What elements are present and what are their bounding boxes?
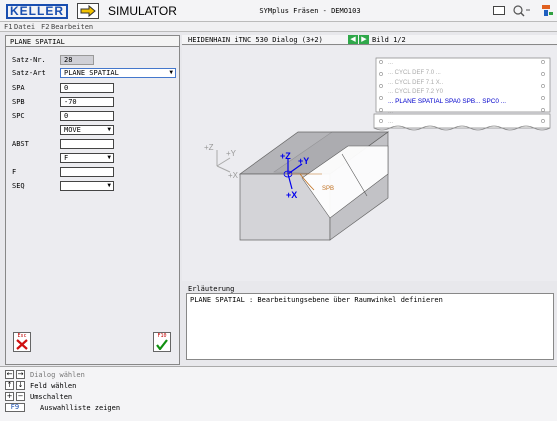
arrow-up-key: ↑ [5,381,14,390]
chevron-down-icon: ▼ [107,154,111,161]
help-show-list-text: Auswahlliste zeigen [40,404,121,412]
spa-label: SPA [12,84,25,92]
minus-key: − [16,392,25,401]
satz-art-label: Satz-Art [12,69,46,77]
base-axis-y-label: +Y [226,149,237,158]
nc-line-1: ... [388,60,393,66]
f9-key: F9 [5,403,25,412]
explanation-box: PLANE SPATIAL : Bearbeitungsebene über R… [186,293,554,360]
f10-confirm-button[interactable]: F10 [153,332,171,352]
switch-arrow-button[interactable] [77,3,99,19]
spa-input[interactable]: 0 [60,83,114,93]
arrow-right-icon [80,4,96,18]
dialog-title: HEIDENHAIN iTNC 530 Dialog (3+2) [188,36,323,44]
help-dialog-select-text: Dialog wählen [30,371,85,379]
satz-nr-field: 28 [60,55,94,65]
spc-input[interactable]: 0 [60,111,114,121]
check-icon [156,339,168,351]
menu-key-f2: F2 [41,23,50,31]
seq-label: SEQ [12,182,25,190]
help-image-area: ... ... CYCL DEF 7.0 ... ... CYCL DEF 7.… [182,46,557,281]
satz-art-value: PLANE SPATIAL [64,69,119,77]
tool-icon[interactable] [540,3,554,19]
dialog-header: HEIDENHAIN iTNC 530 Dialog (3+2) ◀ ▶ Bil… [182,35,557,45]
abst-input[interactable] [60,139,114,149]
form-panel: PLANE SPATIAL Satz-Nr. 28 Satz-Art PLANE… [5,35,180,365]
spc-label: SPC [12,112,25,120]
base-axis-x-label: +X [228,171,239,180]
simulator-title: SIMULATOR [108,4,177,18]
keller-logo: KELLER [6,4,68,19]
chevron-down-icon: ▼ [107,126,111,133]
chevron-down-icon: ▼ [107,182,111,189]
app-title: SYMplus Fräsen - DEMO103 [259,7,361,15]
seq-select[interactable]: ▼ [60,181,114,191]
move-select-value: MOVE [64,126,81,134]
menu-bar: F1 Datei F2 Bearbeiten [0,22,557,32]
chevron-down-icon: ▼ [169,69,173,76]
menu-key-f1: F1 [4,23,13,31]
help-field-select-text: Feld wählen [30,382,77,390]
f-label: F [12,168,17,176]
rotated-axis-z-label: +Z [280,151,291,161]
keyboard-icon[interactable] [493,6,505,15]
form-heading: PLANE SPATIAL [6,36,179,47]
esc-button[interactable]: Esc [13,332,31,352]
abst-label: ABST [12,140,29,148]
base-axis-z-label: +Z [204,143,214,152]
arrow-down-key: ↓ [16,381,25,390]
image-counter: Bild 1/2 [372,36,406,44]
workpiece-block [238,131,390,241]
prev-image-button[interactable]: ◀ [348,35,358,44]
search-icon[interactable] [512,4,532,18]
nc-listing-paper: ... ... CYCL DEF 7.0 ... ... CYCL DEF 7.… [373,57,551,131]
arrow-left-key: ← [5,370,14,379]
nc-line-plane-spatial: ... PLANE SPATIAL SPA0 SPB... SPC0 ... [388,98,506,105]
spb-input[interactable]: -70 [60,97,114,107]
plus-key: + [5,392,14,401]
spb-angle-label: SPB [322,186,334,192]
base-coordinate-axes: +Z +Y +X [204,143,239,180]
help-toggle-text: Umschalten [30,393,73,401]
nc-line-6: ... [388,109,393,115]
rotated-axis-x-label: +X [286,190,297,200]
spb-label: SPB [12,98,25,106]
cancel-x-icon [16,339,28,350]
next-image-button[interactable]: ▶ [359,35,369,44]
menu-file[interactable]: Datei [14,23,35,31]
rotated-axis-y-label: +Y [298,156,309,166]
satz-nr-label: Satz-Nr. [12,56,46,64]
explanation-label: Erläuterung [188,285,235,293]
nc-line-7: ... [388,119,393,125]
nc-line-2: ... CYCL DEF 7.0 ... [388,70,441,76]
f-select-value: F [64,154,69,162]
menu-edit[interactable]: Bearbeiten [51,23,93,31]
arrow-right-key: → [16,370,25,379]
f-select[interactable]: F ▼ [60,153,114,163]
title-bar: KELLER SIMULATOR SYMplus Fräsen - DEMO10… [0,0,557,22]
help-bar: ← → Dialog wählen ↑ ↓ Feld wählen + − Um… [0,366,557,421]
plane-spatial-diagram: ... ... CYCL DEF 7.0 ... ... CYCL DEF 7.… [204,57,551,241]
explanation-text: PLANE SPATIAL : Bearbeitungsebene über R… [190,296,443,304]
move-select[interactable]: MOVE ▼ [60,125,114,135]
satz-art-select[interactable]: PLANE SPATIAL ▼ [60,68,176,78]
f-input[interactable] [60,167,114,177]
nc-line-3: ... CYCL DEF 7.1 X.. [388,80,443,86]
nc-line-4: ... CYCL DEF 7.2 Y0 [388,89,444,95]
